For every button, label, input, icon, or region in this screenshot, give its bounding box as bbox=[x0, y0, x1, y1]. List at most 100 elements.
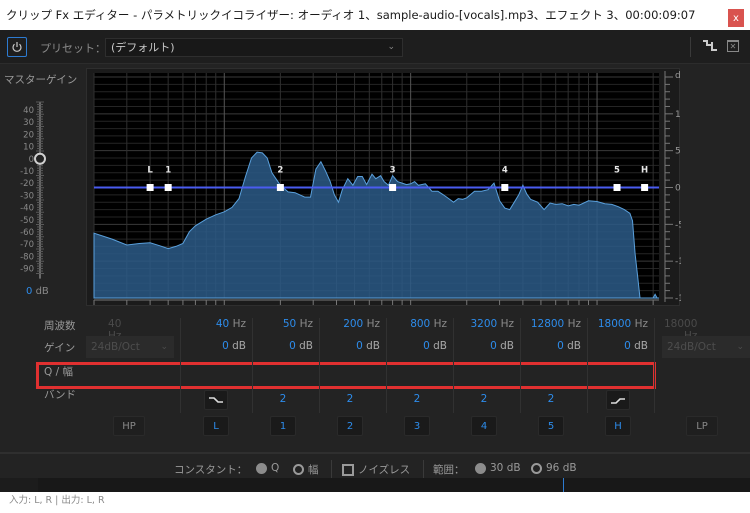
eq-node-label: 1 bbox=[165, 166, 171, 176]
master-gain-tick-label: -60 bbox=[20, 228, 34, 238]
radio-selected-icon bbox=[475, 462, 486, 474]
preset-dropdown[interactable]: (デフォルト) ⌄ bbox=[105, 38, 403, 57]
band-q-value[interactable]: 2 bbox=[541, 393, 561, 405]
band-toggle-button[interactable]: L bbox=[203, 416, 229, 436]
noiseless-checkbox[interactable]: ノイズレス bbox=[342, 462, 410, 477]
range-96db-radio[interactable]: 96 dB bbox=[531, 462, 577, 474]
noiseless-label: ノイズレス bbox=[358, 464, 411, 476]
eq-node-handle[interactable] bbox=[146, 184, 154, 191]
range-30db-label: 30 dB bbox=[490, 462, 521, 474]
band-gain[interactable]: 0 dB bbox=[310, 340, 380, 352]
chevron-down-icon: ⌄ bbox=[160, 342, 168, 352]
band-q-value[interactable]: 2 bbox=[474, 393, 494, 405]
constant-label: コンスタント： bbox=[174, 464, 248, 476]
hp-band-button[interactable]: HP bbox=[113, 416, 145, 436]
window-title: クリップ Fx エディター - パラメトリックイコライザー: オーディオ 1、s… bbox=[6, 8, 696, 22]
eq-node-label: H bbox=[641, 166, 648, 176]
band-toggle-button[interactable]: 2 bbox=[337, 416, 363, 436]
master-gain-knob[interactable] bbox=[34, 152, 46, 165]
window-titlebar: クリップ Fx エディター - パラメトリックイコライザー: オーディオ 1、s… bbox=[0, 0, 750, 30]
range-30db-radio[interactable]: 30 dB bbox=[475, 462, 521, 474]
column-separator bbox=[252, 318, 253, 413]
power-button[interactable] bbox=[7, 37, 27, 57]
range-96db-label: 96 dB bbox=[546, 462, 577, 474]
eq-node-handle[interactable] bbox=[164, 184, 172, 191]
eq-node-handle[interactable] bbox=[641, 184, 649, 191]
gain-row-highlight bbox=[36, 362, 656, 389]
master-gain-tick-label: -10 bbox=[20, 167, 34, 177]
master-gain-tick-label: -40 bbox=[20, 204, 34, 214]
playhead[interactable] bbox=[563, 478, 564, 492]
chevron-down-icon: ⌄ bbox=[387, 42, 395, 52]
column-separator bbox=[180, 318, 181, 413]
column-separator bbox=[319, 318, 320, 413]
band-toggle-button[interactable]: 3 bbox=[404, 416, 430, 436]
column-separator bbox=[587, 318, 588, 413]
y-axis-unit: dB bbox=[675, 71, 681, 81]
toolbar: プリセット： (デフォルト) ⌄ ✕ bbox=[0, 30, 750, 64]
band-frequency[interactable]: 200 Hz bbox=[310, 318, 380, 330]
close-panel-icon[interactable]: ✕ bbox=[727, 40, 739, 52]
band-toggle-button[interactable]: 4 bbox=[471, 416, 497, 436]
y-axis-tick-label: 10 bbox=[675, 110, 681, 120]
lp-slope-dropdown: 24dB/Oct ⌄ bbox=[662, 336, 750, 358]
radio-unselected-icon bbox=[293, 464, 304, 475]
io-channels: 入力: L, R | 出力: L, R bbox=[9, 495, 105, 506]
eq-node-handle[interactable] bbox=[501, 184, 509, 191]
band-toggle-button[interactable]: 1 bbox=[270, 416, 296, 436]
band-gain[interactable]: 0 dB bbox=[511, 340, 581, 352]
low-shelf-icon bbox=[209, 397, 223, 403]
band-toggle-button[interactable]: H bbox=[605, 416, 631, 436]
master-gain-slider[interactable]: 40 30 20 10 0 -10 -20 -30 -40 -50 -60 -70 -80 -90 bbox=[0, 100, 60, 300]
master-gain-tick-label: 10 bbox=[23, 143, 34, 153]
toolbar-divider bbox=[690, 37, 691, 57]
band-gain[interactable]: 0 dB bbox=[578, 340, 648, 352]
column-separator bbox=[386, 318, 387, 413]
gain-row-label: ゲイン bbox=[44, 342, 76, 354]
band-gain[interactable]: 0 dB bbox=[176, 340, 246, 352]
window-close-button[interactable]: x bbox=[728, 9, 744, 27]
master-gain-tick-label: 30 bbox=[23, 118, 34, 128]
column-separator bbox=[654, 318, 655, 413]
preset-label: プリセット： bbox=[40, 42, 106, 55]
constant-width-radio[interactable]: 幅 bbox=[293, 462, 319, 477]
master-gain-tick-label: 40 bbox=[23, 106, 34, 116]
band-frequency[interactable]: 40 Hz bbox=[176, 318, 246, 330]
constant-q-radio[interactable]: Q bbox=[256, 462, 279, 474]
band-frequency[interactable]: 12800 Hz bbox=[511, 318, 581, 330]
band-shape-button[interactable] bbox=[204, 390, 228, 410]
band-shape-button[interactable] bbox=[606, 390, 630, 410]
band-frequency[interactable]: 3200 Hz bbox=[444, 318, 515, 330]
range-label: 範囲： bbox=[433, 464, 465, 476]
master-gain-tick-label: -50 bbox=[20, 216, 34, 226]
band-gain[interactable]: 0 dB bbox=[444, 340, 514, 352]
band-frequency[interactable]: 18000 Hz bbox=[578, 318, 648, 330]
eq-graph[interactable]: L12345HHz30405060801002003004006008001k2… bbox=[87, 69, 681, 307]
master-gain-tick-label: -80 bbox=[20, 252, 34, 262]
clip-fx-editor: プリセット： (デフォルト) ⌄ ✕ マスターゲイン 40 30 20 10 0 -10-… bbox=[0, 30, 750, 506]
checkbox-icon bbox=[342, 463, 354, 476]
band-frequency[interactable]: 50 Hz bbox=[243, 318, 313, 330]
band-q-value[interactable]: 2 bbox=[407, 393, 427, 405]
band-frequency[interactable]: 800 Hz bbox=[377, 318, 447, 330]
eq-node-handle[interactable] bbox=[613, 184, 621, 191]
options-divider bbox=[0, 452, 750, 454]
master-gain-value[interactable]: 0 dB bbox=[26, 286, 49, 297]
hp-slope-dropdown: 24dB/Oct ⌄ bbox=[86, 336, 174, 358]
band-gain[interactable]: 0 dB bbox=[243, 340, 313, 352]
routing-icon[interactable] bbox=[703, 39, 717, 53]
column-separator bbox=[453, 318, 454, 413]
eq-node-handle[interactable] bbox=[276, 184, 284, 191]
master-gain-tick-label: -30 bbox=[20, 191, 34, 201]
column-separator bbox=[520, 318, 521, 413]
master-gain-tick-label: -20 bbox=[20, 179, 34, 189]
band-q-value[interactable]: 2 bbox=[273, 393, 293, 405]
master-gain-tick-label: -90 bbox=[20, 265, 34, 275]
band-toggle-button[interactable]: 5 bbox=[538, 416, 564, 436]
lp-band-button[interactable]: LP bbox=[686, 416, 718, 436]
band-gain[interactable]: 0 dB bbox=[377, 340, 447, 352]
timeline-strip bbox=[0, 478, 750, 492]
eq-node-handle[interactable] bbox=[389, 184, 397, 191]
chevron-down-icon: ⌄ bbox=[736, 342, 744, 352]
band-q-value[interactable]: 2 bbox=[340, 393, 360, 405]
